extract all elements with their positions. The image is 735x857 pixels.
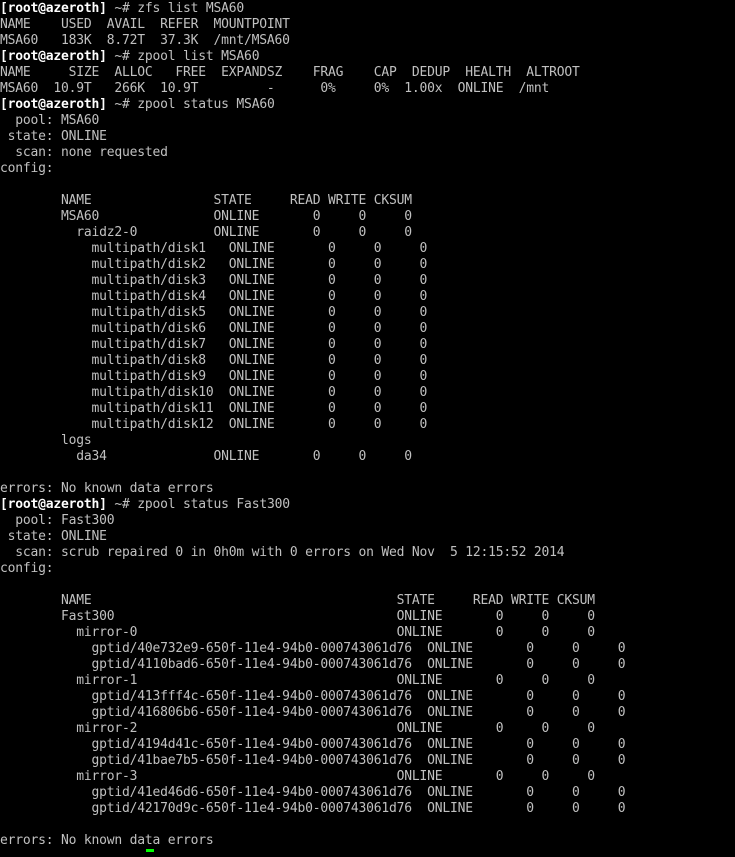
output-line: mirror-0 ONLINE 0 0 0 bbox=[0, 625, 595, 640]
output-line: multipath/disk8 ONLINE 0 0 0 bbox=[0, 353, 428, 368]
output-line: multipath/disk4 ONLINE 0 0 0 bbox=[0, 289, 428, 304]
output-line: Fast300 ONLINE 0 0 0 bbox=[0, 609, 595, 624]
output-line: gptid/42170d9c-650f-11e4-94b0-000743061d… bbox=[0, 801, 626, 816]
output-line: MSA60 183K 8.72T 37.3K /mnt/MSA60 bbox=[0, 33, 290, 48]
output-line: MSA60 ONLINE 0 0 0 bbox=[0, 209, 412, 224]
terminal-output: [root@azeroth] ~# zfs list MSA60 NAME USE… bbox=[0, 1, 735, 849]
output-line: NAME USED AVAIL REFER MOUNTPOINT bbox=[0, 17, 290, 32]
output-line: scan: scrub repaired 0 in 0h0m with 0 er… bbox=[0, 545, 565, 560]
output-line: scan: none requested bbox=[0, 145, 168, 160]
output-line: gptid/416806b6-650f-11e4-94b0-000743061d… bbox=[0, 705, 626, 720]
prompt-user-host: [root@azeroth] bbox=[0, 1, 107, 16]
output-line: gptid/4110bad6-650f-11e4-94b0-000743061d… bbox=[0, 657, 626, 672]
output-line: multipath/disk6 ONLINE 0 0 0 bbox=[0, 321, 428, 336]
output-line: multipath/disk3 ONLINE 0 0 0 bbox=[0, 273, 428, 288]
prompt-line: [root@azeroth] ~# zpool status Fast300 bbox=[0, 497, 735, 513]
output-line: raidz2-0 ONLINE 0 0 0 bbox=[0, 225, 412, 240]
output-line: errors: No known data errors bbox=[0, 833, 214, 848]
cursor-line bbox=[0, 849, 735, 857]
output-line: multipath/disk1 ONLINE 0 0 0 bbox=[0, 241, 428, 256]
prompt-command: ~# zpool status MSA60 bbox=[106, 97, 275, 112]
output-line: NAME STATE READ WRITE CKSUM bbox=[0, 593, 595, 608]
prompt-line: [root@azeroth] ~# zpool status MSA60 bbox=[0, 97, 735, 113]
output-line: gptid/41ed46d6-650f-11e4-94b0-000743061d… bbox=[0, 785, 626, 800]
prompt-user-host: [root@azeroth] bbox=[0, 97, 107, 112]
output-line: gptid/4194d41c-650f-11e4-94b0-000743061d… bbox=[0, 737, 626, 752]
output-line: pool: Fast300 bbox=[0, 513, 115, 528]
prompt-command: ~# zpool status Fast300 bbox=[106, 497, 290, 512]
output-line: da34 ONLINE 0 0 0 bbox=[0, 449, 412, 464]
output-line: multipath/disk11 ONLINE 0 0 0 bbox=[0, 401, 428, 416]
output-line: config: bbox=[0, 561, 54, 576]
output-line: mirror-2 ONLINE 0 0 0 bbox=[0, 721, 595, 736]
output-line: multipath/disk5 ONLINE 0 0 0 bbox=[0, 305, 428, 320]
output-line: pool: MSA60 bbox=[0, 113, 100, 128]
prompt-user-host: [root@azeroth] bbox=[0, 497, 107, 512]
output-line: state: ONLINE bbox=[0, 129, 107, 144]
output-line: mirror-3 ONLINE 0 0 0 bbox=[0, 769, 595, 784]
prompt-command: ~# zfs list MSA60 bbox=[106, 1, 245, 16]
output-line: state: ONLINE bbox=[0, 529, 107, 544]
output-line: multipath/disk9 ONLINE 0 0 0 bbox=[0, 369, 428, 384]
prompt-line: [root@azeroth] ~# zfs list MSA60 bbox=[0, 1, 735, 17]
prompt-command: ~# zpool list MSA60 bbox=[106, 49, 260, 64]
output-line: multipath/disk7 ONLINE 0 0 0 bbox=[0, 337, 428, 352]
output-line: gptid/40e732e9-650f-11e4-94b0-000743061d… bbox=[0, 641, 626, 656]
output-line: errors: No known data errors bbox=[0, 481, 214, 496]
terminal-window[interactable]: [root@azeroth] ~# zfs list MSA60 NAME USE… bbox=[0, 0, 735, 852]
output-line: mirror-1 ONLINE 0 0 0 bbox=[0, 673, 595, 688]
output-line: gptid/413fff4c-650f-11e4-94b0-000743061d… bbox=[0, 689, 626, 704]
output-line: NAME STATE READ WRITE CKSUM bbox=[0, 193, 412, 208]
output-line: multipath/disk10 ONLINE 0 0 0 bbox=[0, 385, 428, 400]
output-line: multipath/disk12 ONLINE 0 0 0 bbox=[0, 417, 428, 432]
prompt-user-host: [root@azeroth] bbox=[0, 49, 107, 64]
output-line: logs bbox=[0, 433, 92, 448]
prompt-line: [root@azeroth] ~# zpool list MSA60 bbox=[0, 49, 735, 65]
output-line: gptid/41bae7b5-650f-11e4-94b0-000743061d… bbox=[0, 753, 626, 768]
output-line: NAME SIZE ALLOC FREE EXPANDSZ FRAG CAP D… bbox=[0, 65, 580, 80]
output-line: config: bbox=[0, 161, 54, 176]
output-line: multipath/disk2 ONLINE 0 0 0 bbox=[0, 257, 428, 272]
output-line: MSA60 10.9T 266K 10.9T - 0% 0% 1.00x ONL… bbox=[0, 81, 550, 96]
